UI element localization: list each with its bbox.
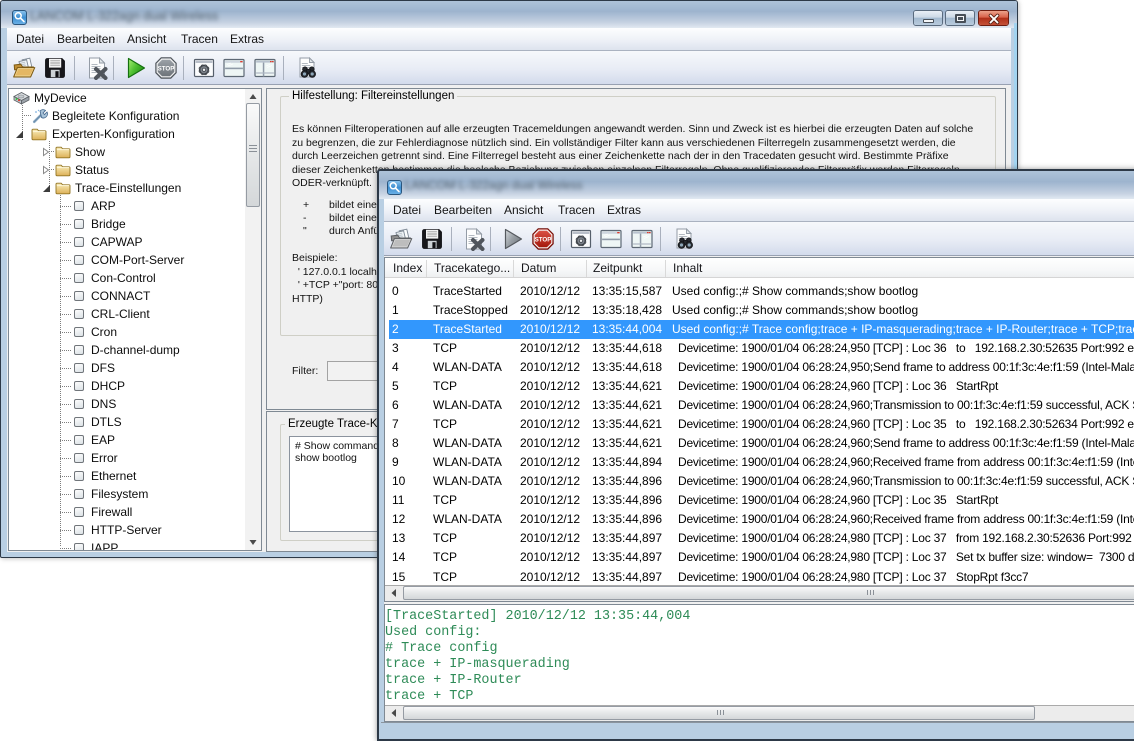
svg-text:STOP: STOP: [535, 236, 552, 243]
svg-text:STOP: STOP: [158, 65, 175, 72]
